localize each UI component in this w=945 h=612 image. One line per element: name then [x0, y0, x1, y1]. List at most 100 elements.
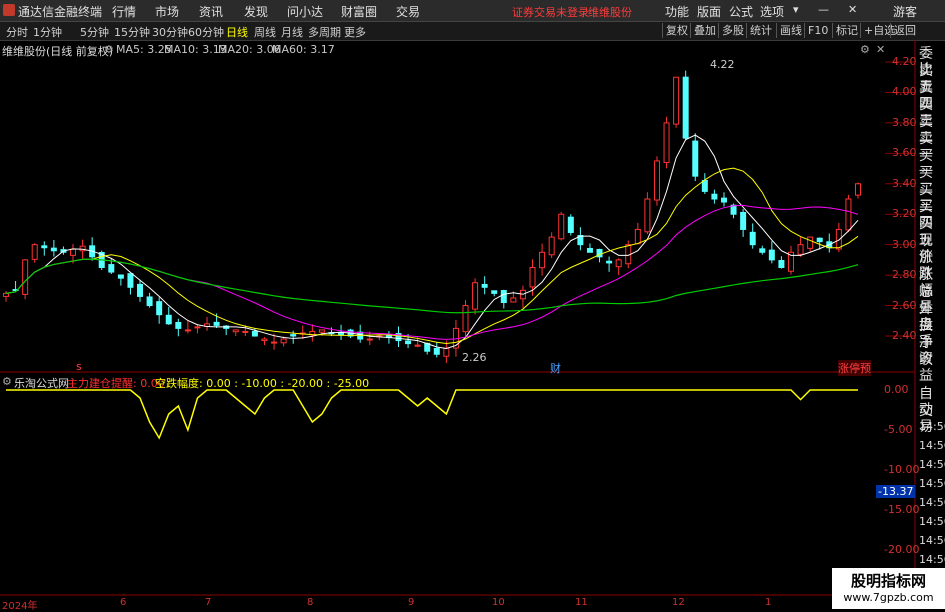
candle-body [194, 326, 201, 329]
indicator-settings-icon[interactable]: ⚙ [2, 375, 12, 388]
time-axis-tick: 9 [408, 597, 415, 608]
indicator-yellow-line [6, 389, 858, 440]
candle-body [261, 338, 268, 342]
candle-body [184, 329, 191, 332]
candle-body [433, 348, 440, 355]
candle-body [644, 198, 651, 233]
candle-body [653, 160, 660, 201]
candle-body [510, 297, 517, 303]
candle-body [280, 338, 287, 344]
candle-body [797, 244, 804, 255]
time-axis-tick: 1 [765, 597, 772, 608]
price-axis-tick: 3.60 [892, 146, 917, 160]
candle-body [79, 245, 86, 252]
cai-marker[interactable]: 财 [550, 360, 561, 376]
indicator-time-label: 14:56 [919, 553, 945, 566]
price-axis-tick: 2.60 [892, 298, 917, 312]
kline-chart[interactable] [0, 0, 945, 609]
candle-body [586, 247, 593, 253]
watermark-url: www.7gpzb.com [843, 591, 934, 604]
candle-body [22, 259, 29, 295]
candle-body [290, 334, 297, 337]
indicator-time-label: 14:56 [919, 420, 945, 433]
candle-body [165, 314, 172, 325]
candle-body [318, 329, 325, 333]
candle-body [41, 245, 48, 249]
time-axis-tick: 10 [492, 597, 505, 608]
candle-body [529, 267, 536, 288]
candle-body [127, 273, 134, 288]
candle-body [242, 330, 249, 333]
candle-body [213, 321, 220, 326]
candle-body [539, 251, 546, 269]
indicator-time-label: 14:56 [919, 534, 945, 547]
ma5-line [5, 134, 859, 349]
candle-body [156, 301, 163, 316]
price-axis-tick: 3.80 [892, 115, 917, 129]
candle-body [567, 216, 574, 233]
candle-body [50, 247, 57, 252]
candle-body [548, 236, 555, 256]
price-axis-tick: 2.80 [892, 268, 917, 282]
watermark-title: 股明指标网 [850, 572, 926, 590]
indicator-line1: 主力建仓提醒: 0.00 [67, 377, 165, 390]
candle-body [146, 296, 153, 307]
candle-body [673, 76, 680, 125]
candle-body [701, 179, 708, 192]
time-axis-tick: 8 [307, 597, 314, 608]
candle-body [366, 338, 373, 341]
candle-body [845, 198, 852, 231]
indicator-time-label: 14:56 [919, 458, 945, 471]
side-label-item[interactable]: 收益 [919, 352, 945, 384]
indicator-time-label: 14:56 [919, 515, 945, 528]
candle-body [720, 197, 727, 203]
candle-body [462, 305, 469, 333]
candle-body [711, 193, 718, 200]
candlesticks [3, 70, 861, 364]
candle-body [108, 264, 115, 273]
price-axis-tick: 3.20 [892, 207, 917, 221]
indicator-axis-tick: -5.00 [884, 423, 913, 436]
time-axis-tick: 2024年 [2, 601, 38, 612]
indicator-line2: 空跌幅度: 0.00 : -10.00 : -20.00 : -25.00 [155, 377, 370, 390]
indicator-axis-tick: -20.00 [884, 543, 920, 556]
candle-body [117, 274, 124, 279]
candle-body [615, 259, 622, 268]
candle-body [414, 344, 421, 347]
indicator-current-value: -13.37 [876, 485, 916, 498]
candle-body [663, 122, 670, 164]
candle-body [768, 249, 775, 261]
time-axis-tick: 11 [575, 597, 588, 608]
indicator-axis-tick: -15.00 [884, 503, 920, 516]
indicator-time-label: 14:56 [919, 496, 945, 509]
candle-body [816, 237, 823, 243]
candle-body [481, 284, 488, 288]
candle-body [491, 290, 498, 294]
indicator-axis-tick: -10.00 [884, 463, 920, 476]
price-axis-tick: 4.20 [892, 55, 917, 68]
candle-body [271, 341, 278, 344]
candle-body [634, 228, 641, 245]
price-axis-tick: 3.00 [892, 237, 917, 251]
candle-body [500, 290, 507, 304]
ma10-line [5, 167, 859, 344]
ma20-line [5, 204, 859, 340]
candle-body [606, 260, 613, 264]
candle-body [835, 228, 842, 250]
time-axis-tick: 6 [120, 597, 127, 608]
time-axis-tick: 7 [205, 597, 212, 608]
s-marker[interactable]: s [76, 360, 82, 373]
candle-body [175, 322, 182, 329]
candle-body [232, 329, 239, 333]
indicator-name: 乐淘公式网 [14, 377, 69, 390]
candle-body [759, 248, 766, 253]
candle-body [137, 283, 144, 297]
time-axis-tick: 12 [672, 597, 685, 608]
candle-body [405, 340, 412, 345]
indicator-time-label: 14:56 [919, 439, 945, 452]
indicator-axis-tick: 0.00 [884, 383, 909, 396]
zhangting-marker[interactable]: 涨停预 [838, 360, 871, 376]
candle-body [749, 231, 756, 246]
candle-body [31, 244, 38, 260]
watermark-box: 股明指标网 www.7gpzb.com [832, 568, 945, 609]
